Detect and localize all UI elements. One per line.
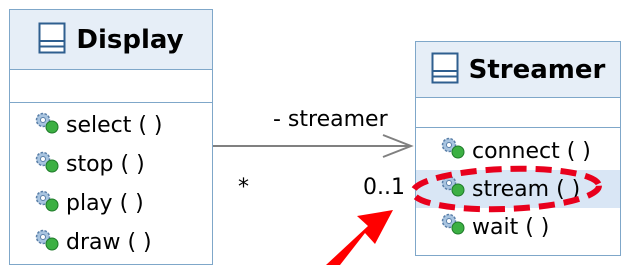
operation-icon xyxy=(34,150,60,180)
class-name: Display xyxy=(76,24,184,55)
operation-row-selected[interactable]: stream ( ) xyxy=(416,170,620,208)
operation-label: stream ( ) xyxy=(472,176,581,202)
operation-row[interactable]: connect ( ) xyxy=(416,132,620,170)
attributes-compartment xyxy=(10,70,212,103)
operation-icon xyxy=(34,189,60,219)
operation-label: wait ( ) xyxy=(472,214,550,240)
operation-label: select ( ) xyxy=(66,113,163,138)
operation-icon xyxy=(440,174,466,204)
class-icon xyxy=(431,52,459,88)
operation-label: stop ( ) xyxy=(66,152,145,177)
streamer-class[interactable]: Streamer connect ( ) stream ( ) wait () xyxy=(415,41,621,256)
operation-row[interactable]: stop ( ) xyxy=(10,145,212,184)
operation-row[interactable]: draw ( ) xyxy=(10,223,212,262)
target-multiplicity: 0..1 xyxy=(363,175,405,200)
operation-row[interactable]: wait ( ) xyxy=(416,208,620,246)
operation-icon xyxy=(440,136,466,166)
class-name: Streamer xyxy=(468,54,606,85)
operation-label: connect ( ) xyxy=(472,138,591,164)
attributes-compartment xyxy=(416,98,620,128)
streamer-class-header: Streamer xyxy=(416,42,620,98)
operation-icon xyxy=(440,212,466,242)
association-role-label: - streamer xyxy=(273,107,388,132)
association-line[interactable] xyxy=(213,134,414,158)
operation-label: play ( ) xyxy=(66,191,144,216)
display-class-header: Display xyxy=(10,10,212,70)
operations-compartment: connect ( ) stream ( ) wait ( ) xyxy=(416,128,620,246)
source-multiplicity: * xyxy=(238,175,249,200)
operation-icon xyxy=(34,228,60,258)
display-class[interactable]: Display select ( ) stop ( ) play () dra… xyxy=(9,9,213,265)
operation-row[interactable]: play ( ) xyxy=(10,184,212,223)
operation-icon xyxy=(34,111,60,141)
operation-row[interactable]: select ( ) xyxy=(10,106,212,145)
operation-label: draw ( ) xyxy=(66,230,152,255)
class-icon xyxy=(38,22,66,58)
red-pointer-arrow xyxy=(326,210,393,265)
operations-compartment: select ( ) stop ( ) play ( ) draw () xyxy=(10,103,212,262)
